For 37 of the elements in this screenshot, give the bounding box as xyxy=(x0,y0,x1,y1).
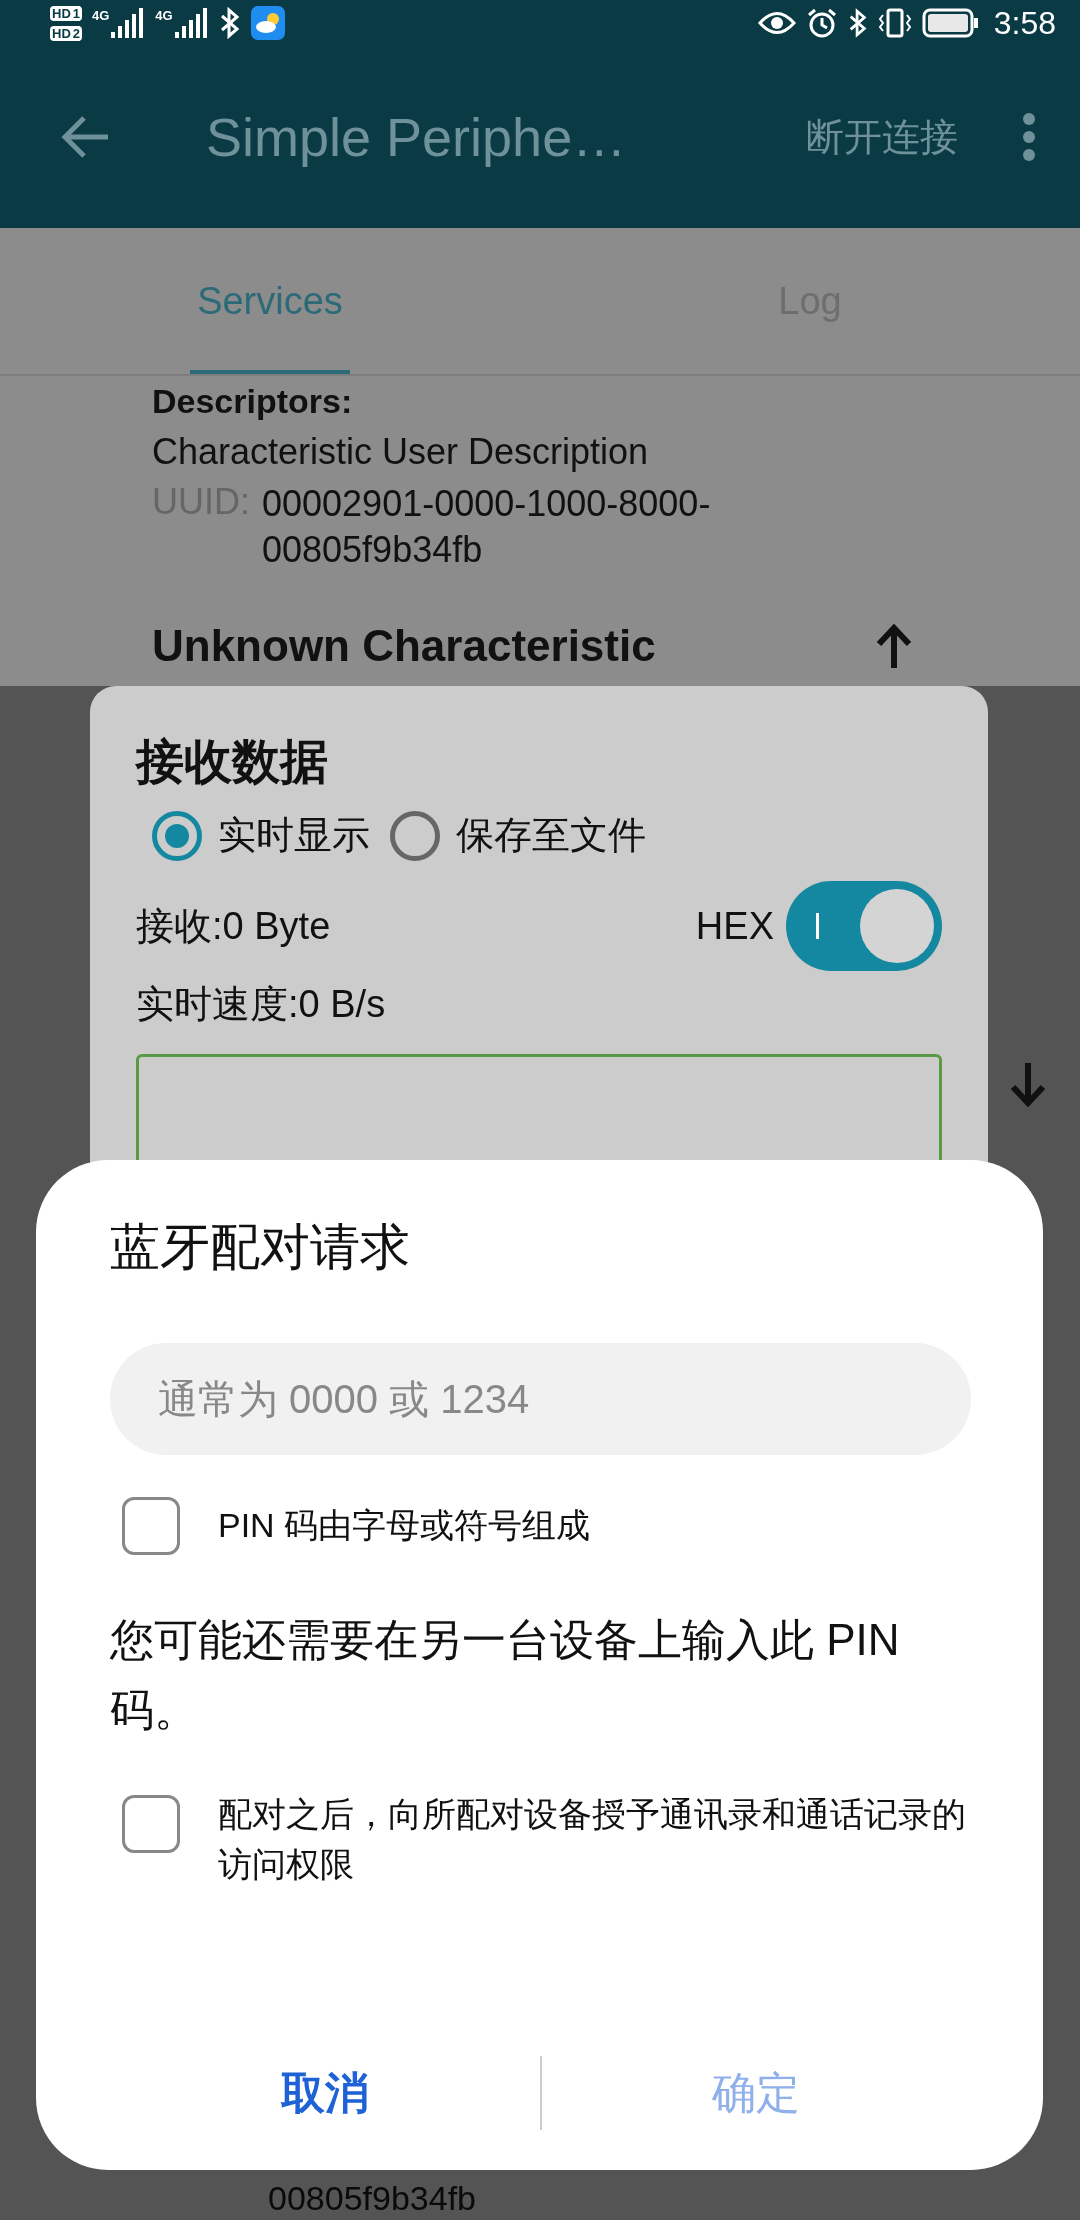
checkbox-option[interactable]: 配对之后，向所配对设备授予通讯录和通话记录的访问权限 xyxy=(110,1789,971,1889)
hex-label: HEX xyxy=(695,904,774,948)
app-title: Simple Periphe… xyxy=(206,106,627,168)
vibrate-icon xyxy=(877,7,912,39)
network-type: 4G xyxy=(155,8,173,23)
descriptor-name: Characteristic User Description xyxy=(152,431,649,473)
checkbox-option[interactable]: PIN 码由字母或符号组成 xyxy=(110,1497,971,1555)
sim-label: HD2 xyxy=(50,26,82,41)
characteristic-title: Unknown Characteristic xyxy=(152,621,656,671)
section-label: Descriptors: xyxy=(152,382,353,421)
network-type: 4G xyxy=(92,8,110,23)
bluetooth-icon xyxy=(218,7,241,39)
eye-icon xyxy=(757,10,796,36)
back-icon[interactable] xyxy=(60,114,110,160)
clock-time: 3:58 xyxy=(993,4,1056,42)
radio-option[interactable]: 保存至文件 xyxy=(390,810,646,861)
more-icon[interactable] xyxy=(1022,112,1036,162)
dialog-button[interactable]: 取消 xyxy=(110,2062,540,2124)
dialog-title: 接收数据 xyxy=(136,734,329,790)
received-count: 接收:0 Byte xyxy=(136,903,331,949)
uuid-value: 00805f9b34fb xyxy=(268,2178,476,2218)
disconnect-button[interactable]: 断开连接 xyxy=(806,111,958,163)
sim-label: HD1 xyxy=(50,6,82,21)
uuid-value: 00002901-0000-1000-8000-00805f9b34fb xyxy=(262,482,712,572)
signal-icon xyxy=(174,8,209,38)
speed-reading: 实时速度:0 B/s xyxy=(136,982,387,1027)
upload-arrow-icon[interactable] xyxy=(876,624,912,668)
bluetooth-icon xyxy=(847,7,868,39)
pin-field[interactable]: 通常为 0000 或 1234 xyxy=(110,1343,971,1455)
weather-icon xyxy=(250,6,285,40)
dialog-title: 蓝牙配对请求 xyxy=(110,1218,411,1277)
battery-icon xyxy=(921,8,980,38)
download-arrow-icon[interactable] xyxy=(1010,1063,1046,1107)
alarm-icon xyxy=(805,7,838,39)
signal-icon xyxy=(111,8,146,38)
pin-note: 您可能还需要在另一台设备上输入此 PIN 码。 xyxy=(110,1614,901,1736)
radio-option[interactable]: 实时显示 xyxy=(152,810,370,861)
